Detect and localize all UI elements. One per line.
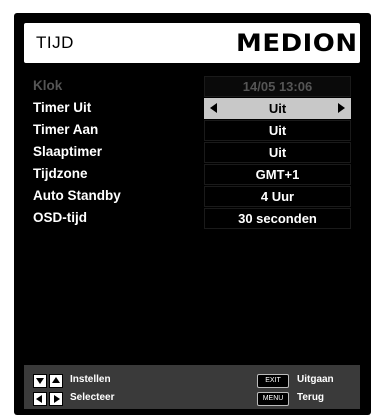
setting-value-box[interactable]: Uit [204, 120, 351, 141]
brand-logo: MEDION [236, 29, 358, 57]
setting-row-sleep-timer[interactable]: Slaaptimer Uit [14, 142, 371, 163]
help-adjust-label: Instellen [70, 374, 111, 385]
tv-screen: TIJD MEDION Klok 14/05 13:06 Timer Uit U… [0, 0, 381, 419]
setting-label: Timer Uit [33, 100, 92, 115]
setting-value-selector[interactable]: Uit [204, 98, 351, 119]
setting-value: GMT+1 [255, 167, 300, 182]
menu-header: TIJD MEDION [24, 23, 360, 63]
up-key-icon [49, 374, 63, 388]
setting-value-box[interactable]: Uit [204, 142, 351, 163]
setting-label: Auto Standby [33, 188, 121, 203]
setting-label: Tijdzone [33, 166, 88, 181]
setting-value: 4 Uur [260, 189, 295, 204]
help-exit-label: Uitgaan [297, 374, 334, 385]
setting-label: Klok [33, 78, 63, 93]
help-exit: EXIT Uitgaan [257, 374, 357, 390]
setting-value-box[interactable]: 4 Uur [204, 186, 351, 207]
setting-value: Uit [268, 101, 287, 116]
right-key-icon [49, 392, 63, 406]
setting-row-timer-on[interactable]: Timer Aan Uit [14, 120, 371, 141]
down-key-icon [33, 374, 47, 388]
setting-value-box: 14/05 13:06 [204, 76, 351, 97]
setting-row-timer-off[interactable]: Timer Uit Uit [14, 98, 371, 119]
left-key-icon [33, 392, 47, 406]
setting-value: Uit [268, 145, 287, 160]
osd-menu-panel: TIJD MEDION Klok 14/05 13:06 Timer Uit U… [14, 13, 371, 415]
help-select-label: Selecteer [70, 392, 115, 403]
exit-key-icon: EXIT [257, 374, 289, 388]
setting-row-auto-standby[interactable]: Auto Standby 4 Uur [14, 186, 371, 207]
setting-row-clock: Klok 14/05 13:06 [14, 76, 371, 97]
setting-value-box[interactable]: GMT+1 [204, 164, 351, 185]
setting-label: OSD-tijd [33, 210, 87, 225]
setting-row-osd-time[interactable]: OSD-tijd 30 seconden [14, 208, 371, 229]
help-adjust: Instellen [33, 374, 153, 390]
menu-key-icon: MENU [257, 392, 289, 406]
setting-label: Timer Aan [33, 122, 99, 137]
help-back-label: Terug [297, 392, 325, 403]
setting-value: 30 seconden [238, 211, 317, 226]
help-select: Selecteer [33, 392, 153, 408]
help-bar: Instellen Selecteer EXIT Uitgaan MENU Te… [24, 365, 360, 409]
setting-value: 14/05 13:06 [242, 79, 313, 94]
help-back: MENU Terug [257, 392, 357, 408]
setting-label: Slaaptimer [33, 144, 103, 159]
setting-value-box[interactable]: 30 seconden [204, 208, 351, 229]
setting-value: Uit [268, 123, 287, 138]
menu-title: TIJD [36, 33, 74, 52]
arrow-right-icon[interactable] [338, 103, 345, 113]
setting-row-time-zone[interactable]: Tijdzone GMT+1 [14, 164, 371, 185]
